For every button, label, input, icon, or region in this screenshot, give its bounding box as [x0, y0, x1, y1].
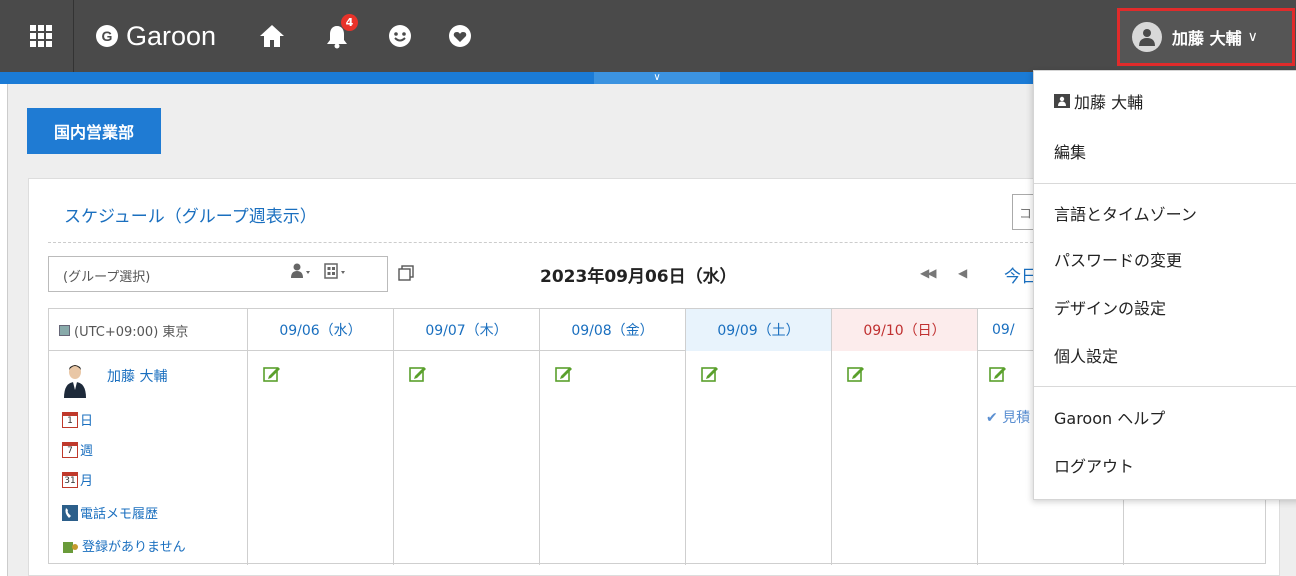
timezone-icon	[59, 324, 70, 336]
user-photo	[64, 365, 86, 398]
app-name: Garoon	[126, 20, 217, 51]
menu-item-logout[interactable]: ログアウト	[1034, 443, 1296, 487]
home-button[interactable]	[256, 20, 288, 52]
timezone-cell[interactable]: (UTC+09:00) 東京	[49, 309, 247, 351]
day-header[interactable]: 09/08（金）	[539, 309, 685, 351]
menu-item-design-settings[interactable]: デザインの設定	[1034, 285, 1296, 329]
add-event-icon[interactable]	[989, 365, 1007, 383]
week-view-link[interactable]: 7 週	[62, 440, 93, 459]
user-dropdown-menu: 加藤 大輔 編集 言語とタイムゾーン パスワードの変更 デザインの設定 個人設定…	[1033, 70, 1296, 500]
column-divider	[831, 351, 832, 565]
left-edge	[0, 84, 8, 576]
day-header-saturday[interactable]: 09/09（土）	[685, 309, 831, 351]
phone-memo-label: 電話メモ履歴	[80, 507, 159, 522]
apps-menu-button[interactable]	[8, 0, 74, 72]
prev-day-button[interactable]: ◀	[958, 266, 967, 280]
facility-select-button[interactable]	[324, 262, 348, 283]
calendar-month-icon: 31	[62, 471, 78, 488]
week-view-label: 週	[80, 444, 94, 459]
day-header-sunday[interactable]: 09/10（日）	[831, 309, 977, 351]
calendar-week-icon: 7	[62, 441, 78, 458]
menu-item-edit[interactable]: 編集	[1034, 129, 1296, 173]
menu-divider	[1034, 183, 1296, 184]
day-header[interactable]: 09/07（木）	[393, 309, 539, 351]
notification-badge: 4	[341, 14, 358, 31]
month-view-label: 月	[80, 474, 94, 489]
timezone-label: (UTC+09:00) 東京	[74, 324, 189, 340]
event-label: 見積	[1002, 410, 1031, 426]
chevron-down-icon: ∨	[1247, 29, 1258, 45]
month-view-link[interactable]: 31 月	[62, 470, 93, 489]
garoon-logo-mark: G	[96, 25, 118, 47]
no-registration-link[interactable]: 登録がありません	[62, 536, 186, 555]
menu-item-language-timezone[interactable]: 言語とタイムゾーン	[1034, 191, 1296, 235]
schedule-title[interactable]: スケジュール（グループ週表示）	[64, 202, 317, 227]
group-button[interactable]: 国内営業部	[27, 108, 161, 154]
menu-divider	[1034, 386, 1296, 387]
column-divider	[685, 351, 686, 565]
day-view-link[interactable]: 1 日	[62, 410, 93, 429]
user-name: 加藤 大輔	[1172, 29, 1242, 48]
add-event-icon[interactable]	[263, 365, 281, 383]
phone-memo-link[interactable]: 電話メモ履歴	[62, 503, 158, 522]
add-event-icon[interactable]	[847, 365, 865, 383]
user-select-button[interactable]	[290, 263, 312, 282]
event-item[interactable]: ✔ 見積	[986, 407, 1030, 427]
menu-item-personal-settings[interactable]: 個人設定	[1034, 333, 1296, 377]
calendar-day-icon: 1	[62, 411, 78, 428]
presence-button[interactable]	[384, 20, 416, 52]
chevron-down-icon: ∨	[653, 72, 661, 83]
notifications-button[interactable]: 4	[321, 14, 358, 52]
menu-item-change-password[interactable]: パスワードの変更	[1034, 237, 1296, 281]
copy-icon	[398, 265, 414, 281]
user-icon	[1139, 29, 1155, 46]
schedule-user-name[interactable]: 加藤 大輔	[107, 366, 167, 386]
menu-item-help[interactable]: Garoon ヘルプ	[1034, 395, 1296, 439]
add-event-icon[interactable]	[555, 365, 573, 383]
copy-button[interactable]	[398, 265, 414, 285]
user-menu-button[interactable]: 加藤 大輔 ∨	[1117, 8, 1295, 66]
menu-item-profile[interactable]: 加藤 大輔	[1034, 79, 1296, 123]
add-event-icon[interactable]	[409, 365, 427, 383]
column-divider	[247, 351, 248, 565]
divider	[48, 242, 1048, 243]
column-divider	[539, 351, 540, 565]
day-view-label: 日	[80, 414, 94, 429]
status-icon	[63, 541, 78, 553]
favorites-button[interactable]	[444, 20, 476, 52]
prev-week-button[interactable]: ◀◀	[920, 266, 937, 280]
select-tools	[290, 262, 348, 283]
garoon-logo[interactable]: G Garoon	[96, 16, 216, 56]
column-divider	[977, 351, 978, 565]
favorite-icon	[449, 25, 471, 47]
day-header[interactable]: 09/06（水）	[247, 309, 393, 351]
user-select-icon	[291, 263, 310, 278]
facility-select-icon	[324, 263, 345, 279]
profile-card-icon	[1054, 94, 1070, 108]
menu-item-label: 加藤 大輔	[1074, 93, 1144, 112]
add-event-icon[interactable]	[701, 365, 719, 383]
apps-grid-icon	[29, 25, 52, 47]
avatar	[1132, 22, 1162, 52]
check-icon: ✔	[986, 410, 998, 426]
home-icon	[260, 25, 284, 47]
no-registration-label: 登録がありません	[82, 540, 186, 555]
smiley-icon	[389, 25, 411, 47]
current-date: 2023年09月06日（水）	[540, 267, 737, 287]
phone-icon	[62, 504, 78, 521]
column-divider	[393, 351, 394, 565]
